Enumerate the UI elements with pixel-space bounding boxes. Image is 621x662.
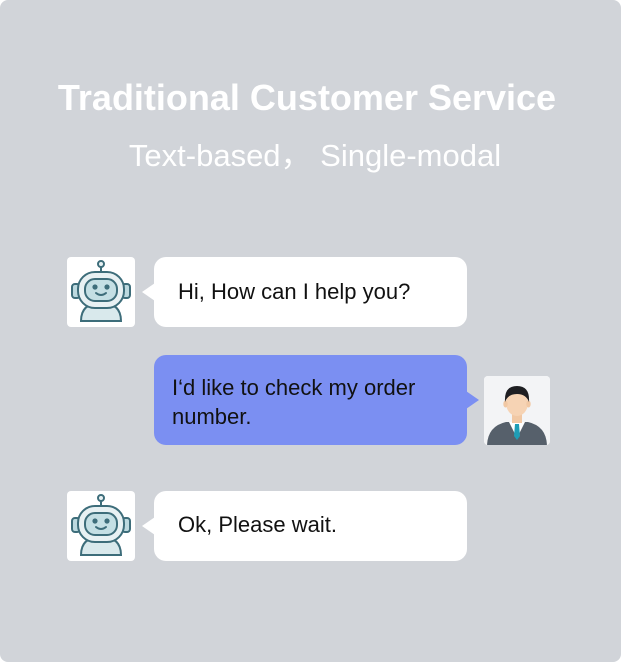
user-message-bubble: I‘d like to check my order number. [154,355,479,445]
bubble-tail [142,283,155,301]
bot-message-bubble: Ok, Please wait. [142,491,467,561]
message-text: I‘d like to check my order number. [172,375,416,429]
message-text: Hi, How can I help you? [178,279,411,304]
bubble-tail [466,391,479,409]
chat-illustration-card: Traditional Customer Service Text-based，… [0,0,621,662]
robot-icon [71,260,131,322]
page-title: Traditional Customer Service [57,77,557,118]
robot-avatar [67,257,135,327]
robot-avatar [67,491,135,561]
page-subtitle: Text-based， Single-modal [128,138,502,173]
robot-icon [71,494,131,556]
businessman-icon [484,376,550,445]
bubble-tail [142,517,155,535]
user-avatar [484,376,550,445]
message-text: Ok, Please wait. [178,512,337,537]
bot-message-bubble: Hi, How can I help you? [142,257,467,327]
